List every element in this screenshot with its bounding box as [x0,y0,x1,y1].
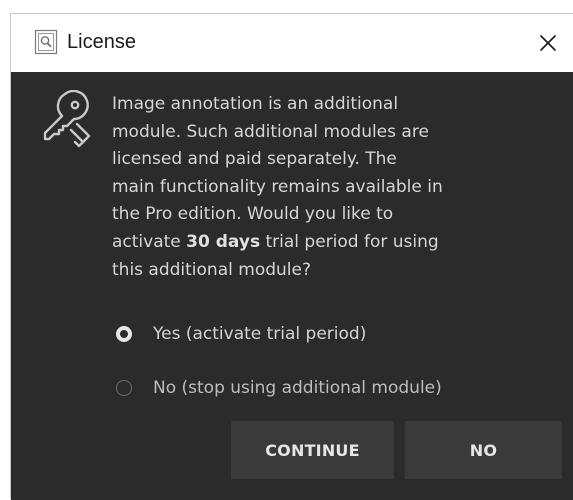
screen: License Image annotation is an additiona… [0,0,573,500]
no-button[interactable]: NO [405,421,562,479]
continue-button[interactable]: CONTINUE [231,421,394,479]
message-text: Image annotation is an additional module.… [112,91,568,284]
close-icon [539,34,557,52]
license-dialog: License Image annotation is an additiona… [10,13,573,500]
message-line: trial period for using [260,231,439,252]
option-yes[interactable]: Yes (activate trial period) [116,322,366,346]
close-button[interactable] [531,26,565,60]
message-line: licensed and paid separately. The [112,149,397,170]
option-no[interactable]: No (stop using additional module) [116,376,442,400]
window-title: License [67,31,136,53]
radio-no[interactable] [116,380,132,396]
radio-yes[interactable] [116,326,132,342]
trial-duration: 30 days [186,231,261,252]
license-window-icon [34,29,58,55]
message-line: activate [112,231,187,252]
message-line: Image annotation is an additional [112,94,399,114]
message-line: module. Such additional modules are [112,121,429,142]
message-line: this additional module? [112,259,311,280]
key-icon [43,90,91,148]
message-line: main functionality remains available in [112,176,443,197]
dialog-body: Image annotation is an additional module.… [11,72,573,500]
option-yes-label: Yes (activate trial period) [153,324,367,344]
title-bar: License [11,14,573,72]
message-line: the Pro edition. Would you like to [112,204,394,225]
option-no-label: No (stop using additional module) [153,378,442,398]
